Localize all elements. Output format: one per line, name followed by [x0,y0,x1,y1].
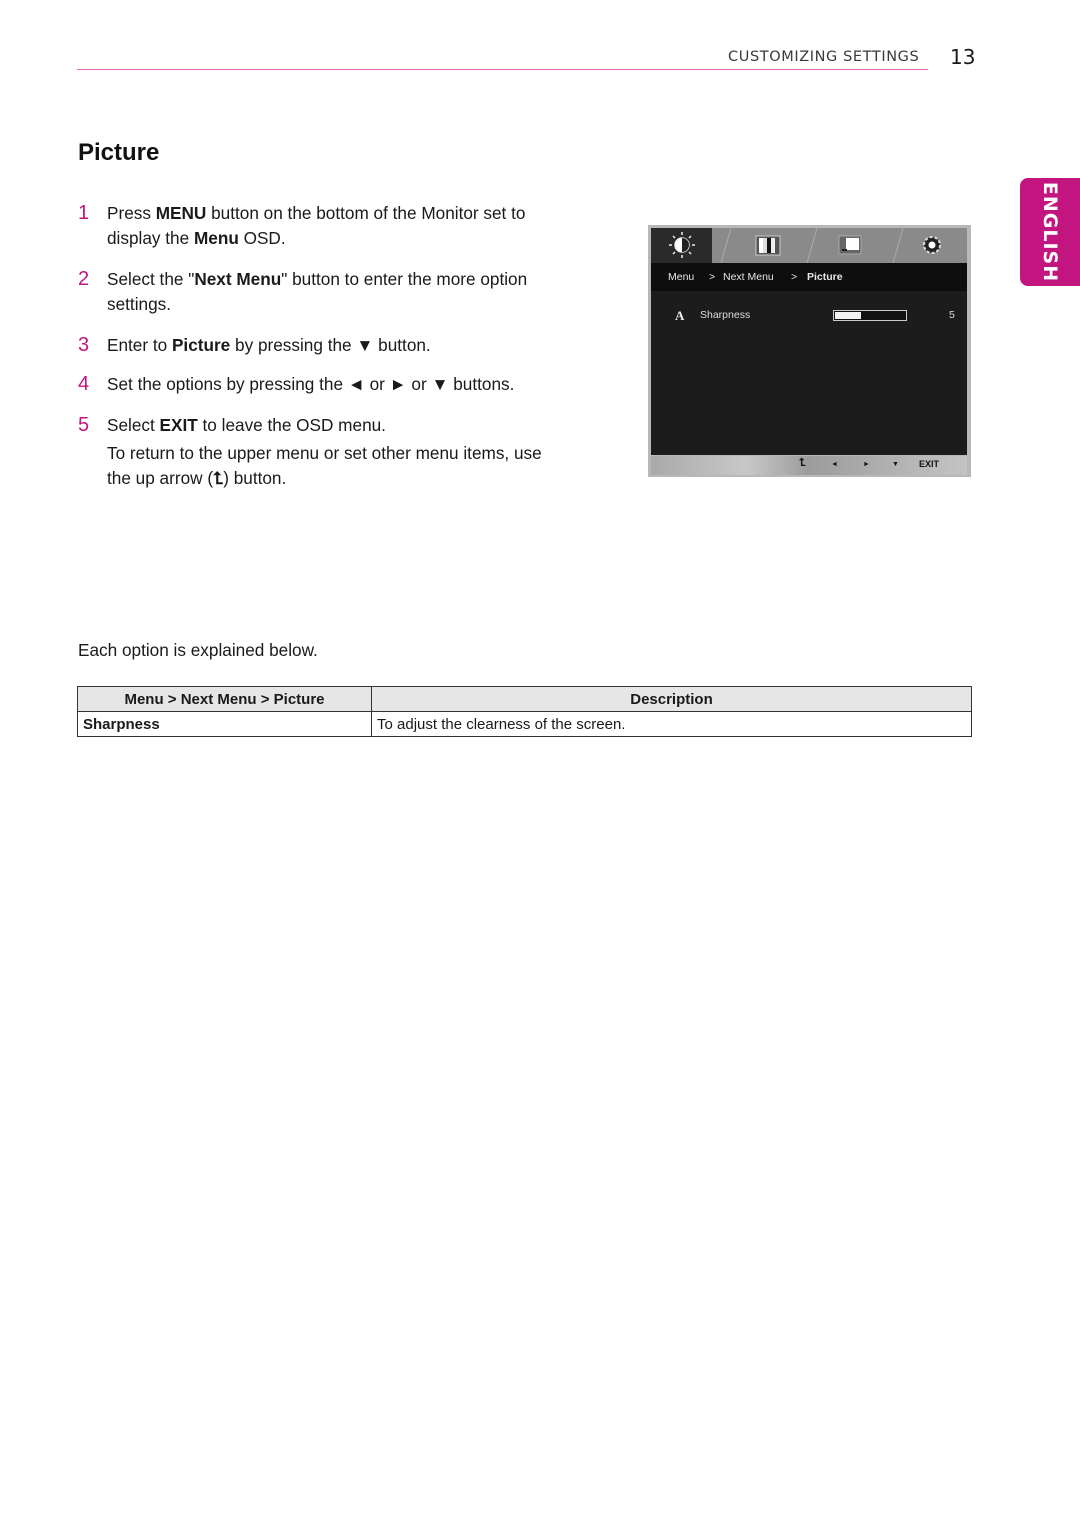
osd-sharpness-row: A Sharpness 5 [651,308,967,325]
step-keyword: Menu [193,228,239,248]
table-cell-description: To adjust the clearness of the screen. [371,711,972,737]
osd-screenshot: Menu > Next Menu > Picture A Sharpness 5… [648,225,971,477]
settings-gear-icon [923,236,941,254]
step-number: 2 [78,268,90,290]
step-text: Press MENU button on the bottom of the M… [107,203,526,248]
brightness-contrast-icon [669,232,695,258]
osd-crumb-next-menu: Next Menu [723,271,774,283]
step-1: 1 Press MENU button on the bottom of the … [78,201,558,251]
osd-up-arrow-icon: ⮤ [799,457,806,469]
osd-sharpness-slider [833,310,907,321]
step-keyword: MENU [155,203,207,223]
osd-tab-icons [669,228,941,263]
steps-list: 1 Press MENU button on the bottom of the … [78,201,558,491]
osd-body: A Sharpness 5 [651,291,967,455]
step-number: 1 [78,202,90,224]
table-cell-option: Sharpness [77,711,372,737]
table-header-row: Menu > Next Menu > Picture Description [77,686,972,712]
osd-tab-bar [651,228,967,263]
page-title: Picture [78,139,160,166]
explain-text: Each option is explained below. [78,640,318,660]
color-bars-icon [755,235,781,256]
step-number: 5 [78,414,90,436]
step-keyword: Picture [171,335,231,355]
step-text: Select EXIT to leave the OSD menu. [107,415,386,435]
step-3: 3 Enter to Picture by pressing the ▼ butt… [78,333,558,358]
display-position-icon [838,235,862,255]
osd-down-arrow-icon: ▼ [892,461,899,468]
osd-crumb-menu: Menu [668,271,695,283]
osd-crumb-sep: > [791,271,798,283]
osd-right-arrow-icon: ► [863,461,870,468]
osd-slider-fill [835,312,861,319]
language-label: ENGLISH [1039,181,1061,283]
osd-crumb-picture: Picture [807,271,843,283]
table-header-path: Menu > Next Menu > Picture [77,686,372,712]
osd-left-arrow-icon: ◄ [831,461,838,468]
osd-item-value: 5 [949,309,955,321]
osd-crumb-sep: > [709,271,716,283]
step-4: 4 Set the options by pressing the ◄ or ► … [78,372,558,397]
up-arrow-icon: ⮤ [213,468,224,488]
options-table: Menu > Next Menu > Picture Description S… [77,686,972,737]
step-2: 2 Select the "Next Menu" button to enter … [78,267,558,317]
step-keyword: Next Menu [194,269,282,289]
note-text: To return to the upper menu or set other… [107,443,542,488]
step-number: 4 [78,373,90,395]
osd-footer: ⮤ ◄ ► ▼ EXIT [651,456,967,475]
step-text: Select the "Next Menu" button to enter t… [107,269,528,314]
step-keyword: EXIT [159,415,198,435]
sharpness-icon: A [675,308,685,323]
table-header-description: Description [371,686,972,712]
step-text: Enter to Picture by pressing the ▼ butto… [107,335,431,355]
osd-exit-label: EXIT [919,459,940,469]
section-name: CUSTOMIZING SETTINGS [728,49,920,65]
osd-item-label: Sharpness [700,309,751,321]
language-tab: ENGLISH [1020,178,1080,286]
step-number: 3 [78,334,90,356]
table-row: Sharpness To adjust the clearness of the… [77,711,972,737]
step-5: 5 Select EXIT to leave the OSD menu. [78,413,558,438]
page-number: 13 [950,45,976,69]
step-5-note: To return to the upper menu or set other… [78,441,558,491]
step-text: Set the options by pressing the ◄ or ► o… [107,374,515,394]
header-divider [77,69,928,70]
osd-breadcrumb: Menu > Next Menu > Picture [651,263,967,291]
note-text-end: ) button. [223,468,287,488]
